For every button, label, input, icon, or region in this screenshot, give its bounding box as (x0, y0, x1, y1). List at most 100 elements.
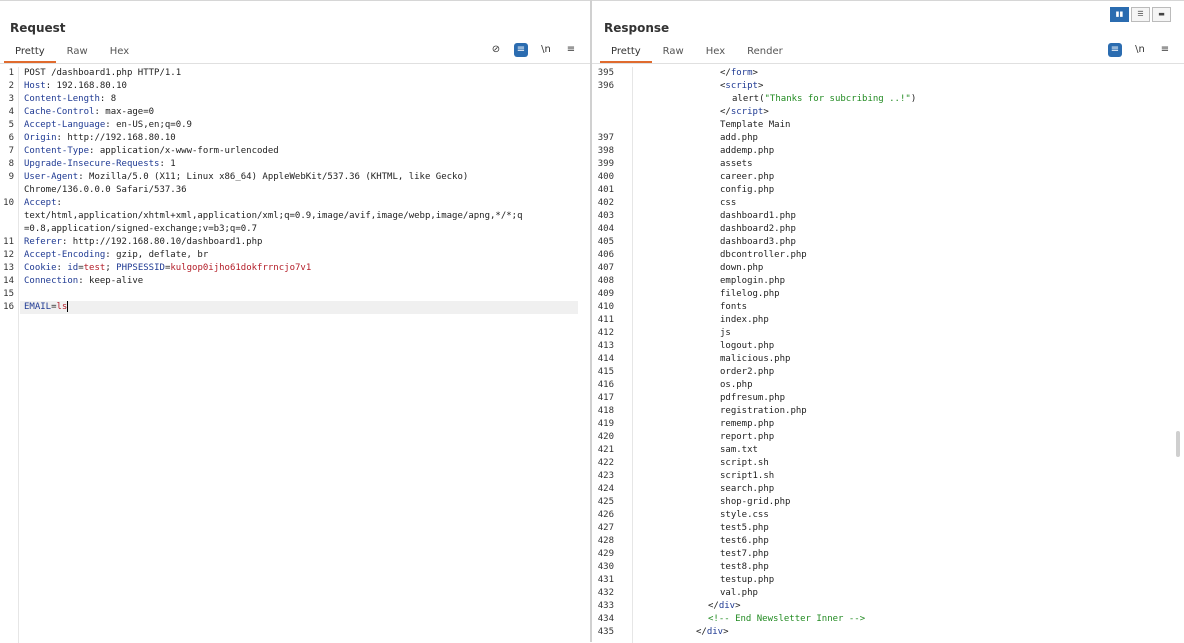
code-line: 1 POST /dashboard1.php HTTP/1.1 (0, 67, 590, 80)
tab-render[interactable]: Render (736, 43, 794, 63)
code-line: 411 index.php (592, 314, 1184, 327)
code-line: 409 filelog.php (592, 288, 1184, 301)
wrap-lines-icon[interactable]: ≡ (514, 43, 528, 57)
tab-pretty[interactable]: Pretty (4, 43, 56, 63)
line-number: 395 (597, 68, 614, 78)
tab-pretty[interactable]: Pretty (600, 43, 652, 63)
menu-icon[interactable]: ≡ (1158, 43, 1172, 57)
code-token: > (752, 68, 758, 78)
code-token: : (56, 198, 62, 208)
code-token: Referer (24, 237, 62, 247)
newline-toggle-icon[interactable]: \n (1133, 43, 1147, 57)
code-text: index.php (720, 314, 769, 327)
request-editor[interactable]: 1 POST /dashboard1.php HTTP/1.1 2 Host: 192… (0, 67, 590, 643)
code-token: : gzip, deflate, br (105, 250, 209, 260)
code-line: 413 logout.php (592, 340, 1184, 353)
code-token: test7.php (720, 549, 769, 559)
code-token: Template Main (720, 120, 791, 130)
request-title: Request (10, 21, 66, 35)
tab-raw[interactable]: Raw (652, 43, 695, 63)
code-text: career.php (720, 171, 774, 184)
response-editor[interactable]: 395 </form> 396 <script> alert("Thanks for s… (592, 67, 1184, 643)
layout-tabs-button[interactable]: ▬ (1152, 7, 1171, 22)
line-number: 423 (597, 471, 614, 481)
code-token: os.php (720, 380, 753, 390)
code-line: 404 dashboard2.php (592, 223, 1184, 236)
line-number: 409 (597, 289, 614, 299)
wrap-lines-icon[interactable]: ≡ (1108, 43, 1122, 57)
code-line: 429 test7.php (592, 548, 1184, 561)
line-number: 398 (597, 146, 614, 156)
code-token: order2.php (720, 367, 775, 377)
line-number: 419 (597, 419, 614, 429)
code-token: test5.php (720, 523, 769, 533)
code-token: dashboard1.php (720, 211, 796, 221)
line-number: 413 (597, 341, 614, 351)
tab-divider (0, 63, 590, 64)
code-text: Accept-Language: en-US,en;q=0.9 (24, 119, 192, 132)
layout-vertical-button[interactable]: ☰ (1131, 7, 1150, 22)
line-number: 14 (3, 276, 14, 286)
menu-icon[interactable]: ≡ (564, 43, 578, 57)
code-text: dashboard2.php (720, 223, 796, 236)
code-line: 423 script1.sh (592, 470, 1184, 483)
code-line: 4 Cache-Control: max-age=0 (0, 106, 590, 119)
tab-hex[interactable]: Hex (695, 43, 736, 63)
line-number: 424 (597, 484, 614, 494)
code-token: rememp.php (720, 419, 775, 429)
code-line: 5 Accept-Language: en-US,en;q=0.9 (0, 119, 590, 132)
tab-hex[interactable]: Hex (99, 43, 140, 63)
line-number: 5 (8, 120, 14, 130)
code-token: =0.8,application/signed-exchange;v=b3;q=… (24, 224, 257, 234)
line-number: 418 (597, 406, 614, 416)
code-text: EMAIL=ls (24, 301, 69, 314)
line-number: 11 (3, 237, 14, 247)
code-token: Content-Type (24, 146, 90, 156)
line-number: 428 (597, 536, 614, 546)
code-line: </script> (592, 106, 1184, 119)
code-text: registration.php (720, 405, 807, 418)
code-text: Accept-Encoding: gzip, deflate, br (24, 249, 208, 262)
request-tabs: Pretty Raw Hex (4, 43, 140, 63)
tab-raw[interactable]: Raw (56, 43, 99, 63)
code-token: test6.php (720, 536, 769, 546)
code-line: 407 down.php (592, 262, 1184, 275)
code-line: 397 add.php (592, 132, 1184, 145)
code-line: 426 style.css (592, 509, 1184, 522)
code-text: report.php (720, 431, 774, 444)
code-token: div (718, 601, 736, 611)
code-line: 417 pdfresum.php (592, 392, 1184, 405)
scrollbar-thumb[interactable] (1176, 431, 1180, 457)
code-token: Content-Length (24, 94, 100, 104)
code-line: 395 </form> (592, 67, 1184, 80)
code-text: css (720, 197, 736, 210)
code-token: Cookie (24, 263, 57, 273)
code-line: 2 Host: 192.168.80.10 (0, 80, 590, 93)
layout-side-by-side-button[interactable]: ▮▮ (1110, 7, 1129, 22)
code-line: 433 </div> (592, 600, 1184, 613)
code-token: </ (696, 627, 707, 637)
line-number: 432 (597, 588, 614, 598)
code-text: Origin: http://192.168.80.10 (24, 132, 176, 145)
code-token: dashboard2.php (720, 224, 796, 234)
newline-toggle-icon[interactable]: \n (539, 43, 553, 57)
hide-eye-icon[interactable]: ⊘ (489, 43, 503, 57)
line-number: 1 (8, 68, 14, 78)
code-token: > (757, 81, 764, 91)
code-line: 8 Upgrade-Insecure-Requests: 1 (0, 158, 590, 171)
code-line: 3 Content-Length: 8 (0, 93, 590, 106)
code-token: script (725, 81, 758, 91)
code-text: os.php (720, 379, 753, 392)
response-title: Response (604, 21, 670, 35)
line-number: 404 (597, 224, 614, 234)
code-text: </div> (708, 600, 741, 613)
line-number: 433 (597, 601, 614, 611)
code-token: > (723, 627, 729, 637)
code-text: down.php (720, 262, 763, 275)
code-text: order2.php (720, 366, 774, 379)
code-text: malicious.php (720, 353, 790, 366)
code-token: ; (105, 263, 117, 273)
code-token: dashboard3.php (720, 237, 796, 247)
code-text: Connection: keep-alive (24, 275, 143, 288)
code-line: 402 css (592, 197, 1184, 210)
